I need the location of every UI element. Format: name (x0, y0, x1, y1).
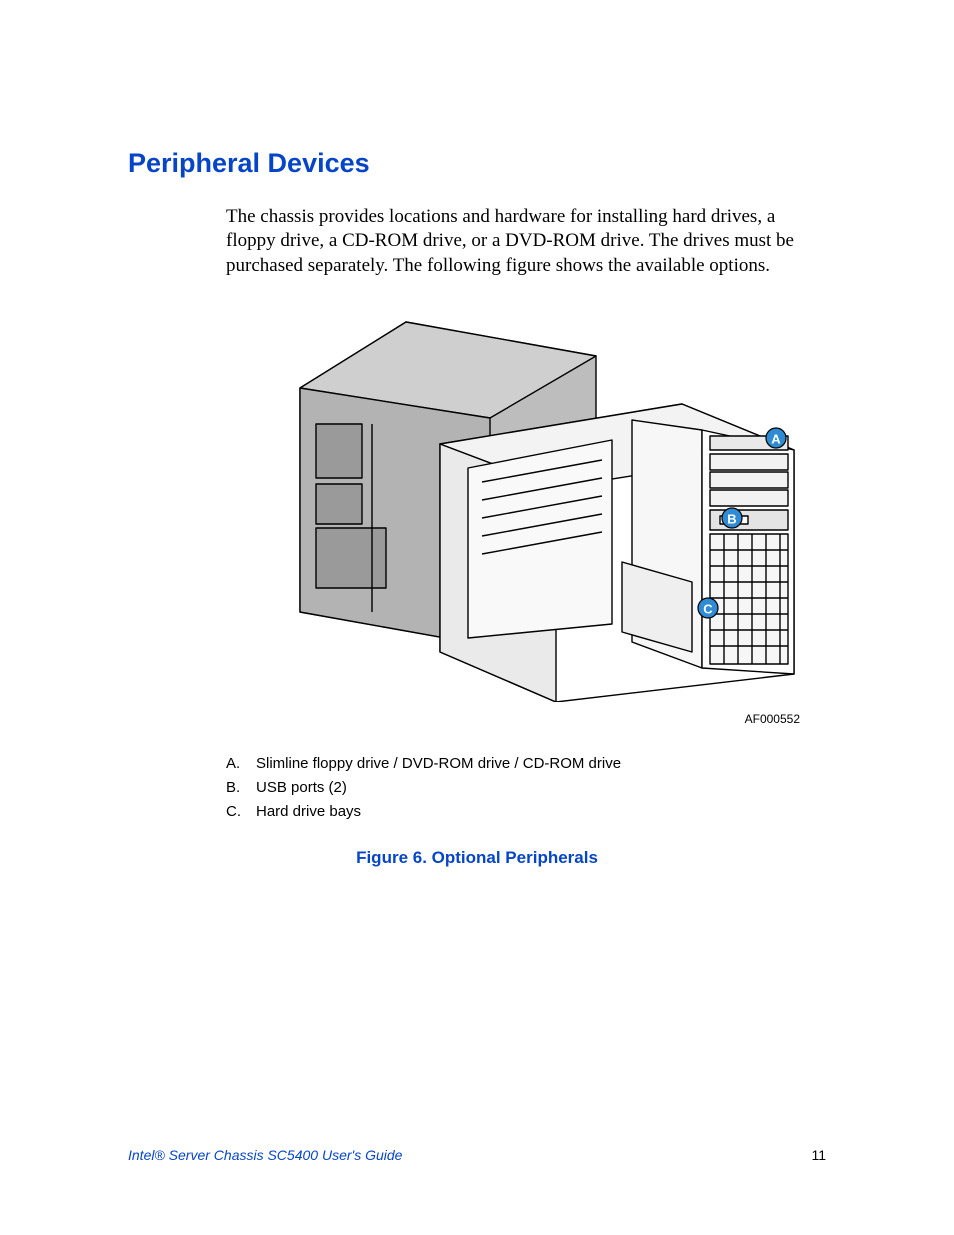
callout-c-icon: C (698, 598, 718, 618)
callout-row-b: B. USB ports (2) (226, 776, 826, 800)
page: Peripheral Devices The chassis provides … (0, 0, 954, 1235)
chassis-diagram-icon: A B C (272, 312, 802, 702)
footer-page-number: 11 (811, 1147, 826, 1163)
section-heading: Peripheral Devices (128, 148, 826, 179)
figure-caption: Figure 6. Optional Peripherals (128, 848, 826, 868)
callout-text: Hard drive bays (256, 800, 361, 824)
callout-b-icon: B (722, 508, 742, 528)
callout-legend: A. Slimline floppy drive / DVD-ROM drive… (226, 752, 826, 824)
figure: A B C AF000552 (226, 312, 806, 726)
page-footer: Intel® Server Chassis SC5400 User's Guid… (128, 1147, 826, 1163)
svg-text:C: C (703, 601, 713, 616)
callout-text: USB ports (2) (256, 776, 347, 800)
svg-text:B: B (727, 511, 736, 526)
callout-text: Slimline floppy drive / DVD-ROM drive / … (256, 752, 621, 776)
callout-a-icon: A (766, 428, 786, 448)
footer-doc-title: Intel® Server Chassis SC5400 User's Guid… (128, 1147, 402, 1163)
callout-letter: A. (226, 752, 256, 776)
callout-row-a: A. Slimline floppy drive / DVD-ROM drive… (226, 752, 826, 776)
callout-letter: B. (226, 776, 256, 800)
figure-reference-code: AF000552 (226, 712, 800, 726)
svg-text:A: A (771, 431, 781, 446)
callout-letter: C. (226, 800, 256, 824)
callout-row-c: C. Hard drive bays (226, 800, 826, 824)
section-paragraph: The chassis provides locations and hardw… (226, 205, 826, 278)
